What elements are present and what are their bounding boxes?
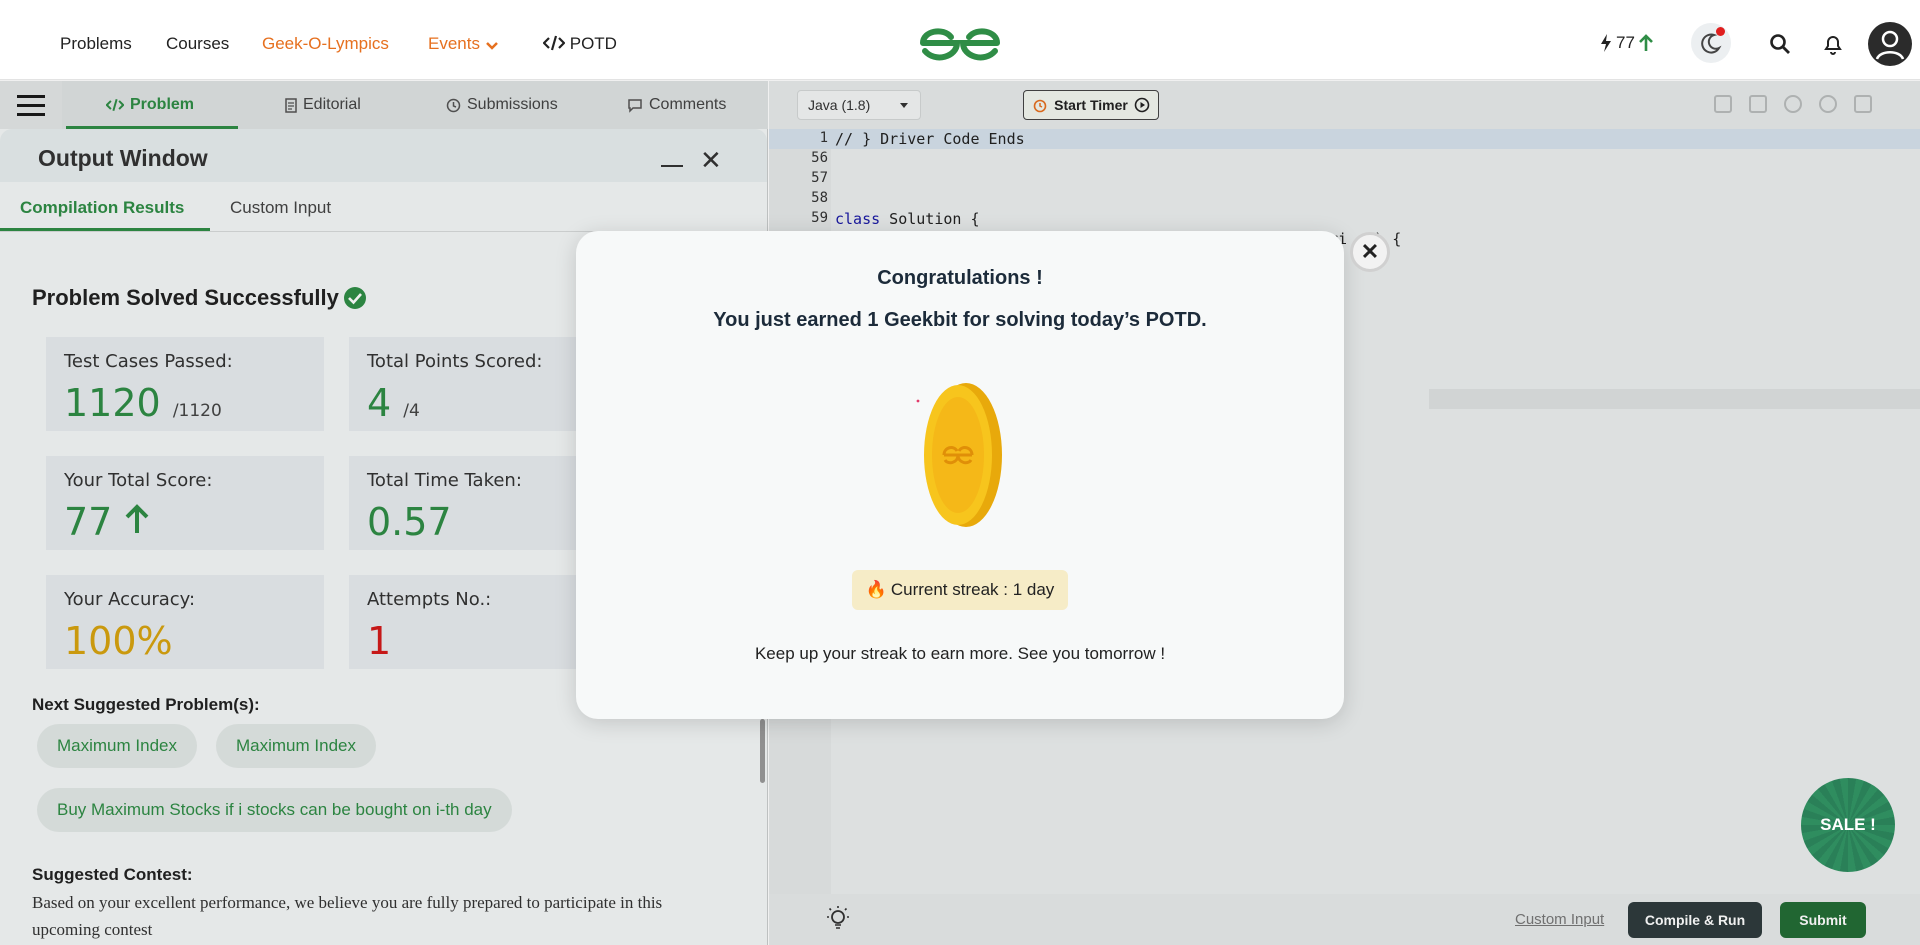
chevron-down-icon: [485, 42, 498, 50]
sale-badge[interactable]: SALE !: [1801, 778, 1895, 872]
arrow-up-icon: [1639, 34, 1653, 51]
nav-events[interactable]: Events: [428, 34, 499, 54]
nav-potd-label: POTD: [569, 34, 617, 53]
user-icon: [1875, 30, 1905, 60]
dark-mode-toggle[interactable]: [1691, 23, 1731, 63]
bell-icon[interactable]: [1821, 32, 1845, 56]
lightning-icon: [1601, 34, 1611, 52]
nav-courses[interactable]: Courses: [166, 34, 229, 54]
modal-footer-text: Keep up your streak to earn more. See yo…: [754, 644, 1166, 663]
modal-title: Congratulations !: [877, 267, 1043, 289]
modal-subtitle: You just earned 1 Geekbit for solving to…: [713, 309, 1207, 331]
modal-close-button[interactable]: ✕: [1350, 232, 1390, 272]
nav-events-label: Events: [428, 34, 480, 53]
score-indicator[interactable]: 77: [1600, 33, 1653, 53]
gfg-logo[interactable]: [917, 21, 1003, 65]
nav-potd[interactable]: POTD: [542, 34, 617, 54]
code-icon: [542, 35, 566, 51]
streak-text: Current streak : 1 day: [890, 580, 1055, 599]
top-nav: Problems Courses Geek-O-Lympics Events P…: [0, 3, 1920, 80]
search-icon[interactable]: [1768, 32, 1792, 56]
geekbit-coin-icon: [916, 383, 1002, 527]
score-value: 77: [1616, 33, 1635, 52]
fire-icon: 🔥: [865, 580, 887, 599]
nav-problems[interactable]: Problems: [60, 34, 132, 54]
congratulations-modal: Congratulations ! You just earned 1 Geek…: [576, 231, 1344, 719]
streak-badge: 🔥 Current streak : 1 day: [852, 570, 1068, 610]
avatar[interactable]: [1868, 22, 1912, 66]
notification-dot: [1716, 27, 1725, 36]
nav-geek-o-lympics[interactable]: Geek-O-Lympics: [262, 34, 389, 54]
